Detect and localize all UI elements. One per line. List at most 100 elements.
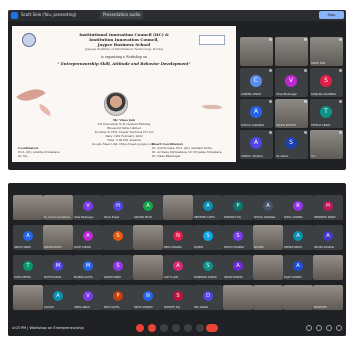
participant-tile[interactable]: S SAKSHI SINGH xyxy=(103,255,133,280)
captions-button[interactable] xyxy=(160,324,168,332)
participant-tile[interactable]: A ARSHIA SHARMA xyxy=(313,225,343,250)
participant-tile[interactable]: RADHA BATTER xyxy=(275,99,308,128)
participant-tile[interactable]: A SHIVALI AGRAWAL xyxy=(253,195,283,220)
participant-avatar: S xyxy=(320,75,332,87)
mic-status-icon xyxy=(339,69,342,72)
participant-tile[interactable]: SHIVANI xyxy=(253,225,283,250)
participant-name: SHRISHTI RAJ xyxy=(164,306,180,309)
present-button[interactable] xyxy=(184,324,192,332)
participant-name: SWATI DAS xyxy=(311,62,326,65)
leave-call-button[interactable] xyxy=(206,324,218,332)
speaker-photo xyxy=(104,92,128,116)
participant-tile[interactable]: A ADITYA JAIN xyxy=(163,255,193,280)
participant-tile[interactable] xyxy=(253,255,283,280)
participant-name: AAKASH xyxy=(44,306,54,309)
participant-tile[interactable] xyxy=(313,255,343,280)
participant-avatar: N xyxy=(173,231,183,241)
participant-tile[interactable]: V Vikas Bhatnagar xyxy=(275,68,308,97)
participant-name: ANKITA SINGH xyxy=(14,246,32,249)
participant-tile[interactable]: N NEHA SHARMA xyxy=(163,225,193,250)
mic-off-button[interactable] xyxy=(136,324,144,332)
meet-logo-icon xyxy=(11,12,18,19)
participant-avatar: A xyxy=(293,231,303,241)
mic-status-icon xyxy=(269,100,272,103)
activities-icon[interactable] xyxy=(336,325,342,331)
participant-name: RUPAL SHARMA xyxy=(284,216,303,219)
participant-tile[interactable]: R RUPAL SHARMA xyxy=(283,195,313,220)
participant-tile[interactable]: H HIMANSHU SINGH xyxy=(313,195,343,220)
participant-name: MAHIMA GUPTA xyxy=(74,276,93,279)
participant-tile[interactable]: T TEESHA SINGH xyxy=(310,99,343,128)
mic-status-icon xyxy=(339,100,342,103)
participant-tile[interactable]: T TANYA MEHTA xyxy=(13,255,43,280)
participant-tile[interactable]: PRASHANT xyxy=(313,285,343,310)
participant-tile[interactable] xyxy=(13,195,43,220)
participant-tile[interactable]: S SHRISHTI RAJ xyxy=(163,285,193,310)
people-icon[interactable] xyxy=(316,325,322,331)
participant-tile[interactable]: S SHRUTI SHARMA xyxy=(223,225,253,250)
participant-tile[interactable]: SWATI DAS xyxy=(310,37,343,66)
participant-tile[interactable] xyxy=(163,195,193,220)
participant-tile[interactable]: A ANSHUL SHUKLA xyxy=(240,130,273,159)
chat-icon[interactable] xyxy=(326,325,332,331)
more-options-button[interactable] xyxy=(196,324,204,332)
coordinators-block: Coordinators Prof. (Dr.) Anubha Srivasta… xyxy=(18,146,60,158)
participant-tile[interactable] xyxy=(283,285,313,310)
mic-status-icon xyxy=(304,100,307,103)
camera-off-button[interactable] xyxy=(148,324,156,332)
participant-name: SHIVALI AGRAWAL xyxy=(254,216,276,219)
participant-tile[interactable]: D DEV ARORA xyxy=(193,285,223,310)
participant-tile[interactable]: H Harsh Rawat xyxy=(103,195,133,220)
mic-status-icon xyxy=(304,131,307,134)
slide-line-5: is organizing a Workshop on xyxy=(101,55,147,59)
participant-tile[interactable]: S SANJANA AGARWAL xyxy=(310,68,343,97)
participant-tile[interactable]: You xyxy=(310,130,343,159)
participant-tile[interactable]: M MOHIT KUMAR xyxy=(43,255,73,280)
participant-tile[interactable]: A SHIVALI AGRAWAL xyxy=(240,99,273,128)
participant-tile[interactable]: A SUMIT KUMAR xyxy=(73,225,103,250)
participant-avatar: A xyxy=(143,201,153,211)
participant-tile[interactable]: C CARMEL SINGH xyxy=(240,68,273,97)
stop-presenting-button[interactable]: Stop presenting xyxy=(319,11,344,25)
participant-tile[interactable]: V VIBHA SINGH xyxy=(73,285,103,310)
participant-name: ARYAN SHARMA xyxy=(224,276,243,279)
participant-tile[interactable]: A ABHISHEK GUPTA xyxy=(193,195,223,220)
participant-tile[interactable]: M MAHIMA GUPTA xyxy=(73,255,103,280)
participant-avatar: A xyxy=(173,261,183,271)
presentation-audio-button[interactable]: Presentation audio xyxy=(100,11,144,19)
participant-tile[interactable]: S SURBHI xyxy=(193,225,223,250)
participant-tile[interactable]: S 20 others xyxy=(275,130,308,159)
participant-tile[interactable] xyxy=(13,285,43,310)
participant-avatar: H xyxy=(323,201,333,211)
participant-tile[interactable]: P PRIYA GUPTA xyxy=(103,285,133,310)
participant-tile[interactable]: A ANKITA SINGH xyxy=(13,225,43,250)
participant-tile[interactable]: A ARYAN SHARMA xyxy=(223,255,253,280)
participant-tile[interactable] xyxy=(253,285,283,310)
institute-logo xyxy=(22,33,36,47)
participant-tile[interactable]: P PARIKSHIT RAJ xyxy=(223,195,253,220)
participant-tile[interactable]: A RAJAT SHARMA xyxy=(283,255,313,280)
participant-tile[interactable] xyxy=(133,255,163,280)
participant-tile[interactable] xyxy=(275,37,308,66)
participant-tile[interactable]: N NIKITA SHARMA xyxy=(133,285,163,310)
participant-name: SHRUTI SHARMA xyxy=(224,246,244,249)
participant-name: NEHA SHARMA xyxy=(164,246,182,249)
participant-name: SHIVANI xyxy=(254,246,264,249)
participant-name: CARMEL SINGH xyxy=(241,93,261,96)
participant-tile[interactable] xyxy=(240,37,273,66)
participant-tile[interactable]: S SURENDRA KUMAR xyxy=(193,255,223,280)
iic-logo xyxy=(199,35,225,45)
participant-tile[interactable]: A DEEPAK SINGH xyxy=(283,225,313,250)
raise-hand-button[interactable] xyxy=(172,324,180,332)
participant-tile[interactable]: Dr. Archna Srivastava xyxy=(43,195,73,220)
participant-tile[interactable]: A ARSHAD KHAN xyxy=(133,195,163,220)
participant-tile[interactable] xyxy=(223,285,253,310)
participant-tile[interactable]: S xyxy=(103,225,133,250)
participant-tile[interactable] xyxy=(133,225,163,250)
participant-tile[interactable]: ROHAN GUPTA xyxy=(43,225,73,250)
participant-tile[interactable]: V Vikas Bhatnagar xyxy=(73,195,103,220)
info-icon[interactable] xyxy=(306,325,312,331)
advisor-name: Dr. Vikas Bhatnagar xyxy=(152,154,181,158)
participant-name: ARSHIA SHARMA xyxy=(314,246,335,249)
participant-tile[interactable]: A AAKASH xyxy=(43,285,73,310)
